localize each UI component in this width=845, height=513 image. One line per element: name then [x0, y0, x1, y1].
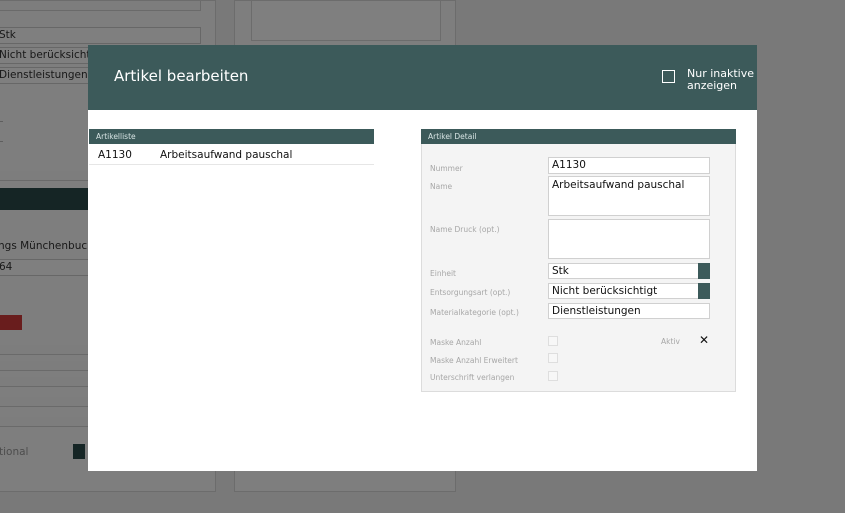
- unterschrift-checkbox[interactable]: [548, 371, 558, 381]
- einheit-select[interactable]: Stk: [548, 263, 710, 279]
- article-detail-panel: Artikel Detail Nummer A1130 Name Arbeits…: [421, 129, 736, 392]
- label-unterschrift: Unterschrift verlangen: [430, 373, 515, 382]
- entsorgungsart-select[interactable]: Nicht berücksichtigt: [548, 283, 710, 299]
- maske-anzahl-erweitert-checkbox[interactable]: [548, 353, 558, 363]
- label-materialkategorie: Materialkategorie (opt.): [430, 308, 519, 317]
- edit-article-modal: Artikel bearbeiten Nur inaktive anzeigen…: [88, 45, 757, 471]
- modal-header: Artikel bearbeiten Nur inaktive anzeigen: [88, 45, 757, 110]
- label-entsorgungsart: Entsorgungsart (opt.): [430, 288, 511, 297]
- inactive-only-label[interactable]: Nur inaktive anzeigen: [687, 68, 757, 92]
- article-code: A1130: [98, 149, 132, 161]
- modal-title: Artikel bearbeiten: [114, 67, 249, 85]
- maske-anzahl-checkbox[interactable]: [548, 336, 558, 346]
- article-list-item[interactable]: A1130 Arbeitsaufwand pauschal: [89, 147, 374, 165]
- materialkategorie-value: Dienstleistungen: [552, 305, 641, 317]
- entsorgungsart-dropdown-button[interactable]: [698, 283, 710, 299]
- name-druck-textarea[interactable]: [548, 219, 710, 259]
- label-name-druck: Name Druck (opt.): [430, 225, 500, 234]
- label-name: Name: [430, 182, 453, 191]
- label-nummer: Nummer: [430, 164, 463, 173]
- article-list-header: Artikelliste: [89, 129, 374, 144]
- name-textarea[interactable]: Arbeitsaufwand pauschal: [548, 176, 710, 216]
- aktiv-toggle-x-icon[interactable]: ✕: [699, 334, 709, 346]
- einheit-dropdown-button[interactable]: [698, 263, 710, 279]
- inactive-only-checkbox[interactable]: [662, 70, 675, 83]
- article-detail-header: Artikel Detail: [421, 129, 736, 144]
- materialkategorie-select[interactable]: Dienstleistungen: [548, 303, 710, 319]
- einheit-value: Stk: [552, 265, 569, 277]
- label-maske-anzahl-erweitert: Maske Anzahl Erweitert: [430, 356, 518, 365]
- label-maske-anzahl: Maske Anzahl: [430, 338, 482, 347]
- entsorgungsart-value: Nicht berücksichtigt: [552, 285, 658, 297]
- label-einheit: Einheit: [430, 269, 456, 278]
- article-name: Arbeitsaufwand pauschal: [160, 149, 293, 161]
- nummer-input[interactable]: A1130: [548, 157, 710, 174]
- label-aktiv: Aktiv: [661, 337, 680, 346]
